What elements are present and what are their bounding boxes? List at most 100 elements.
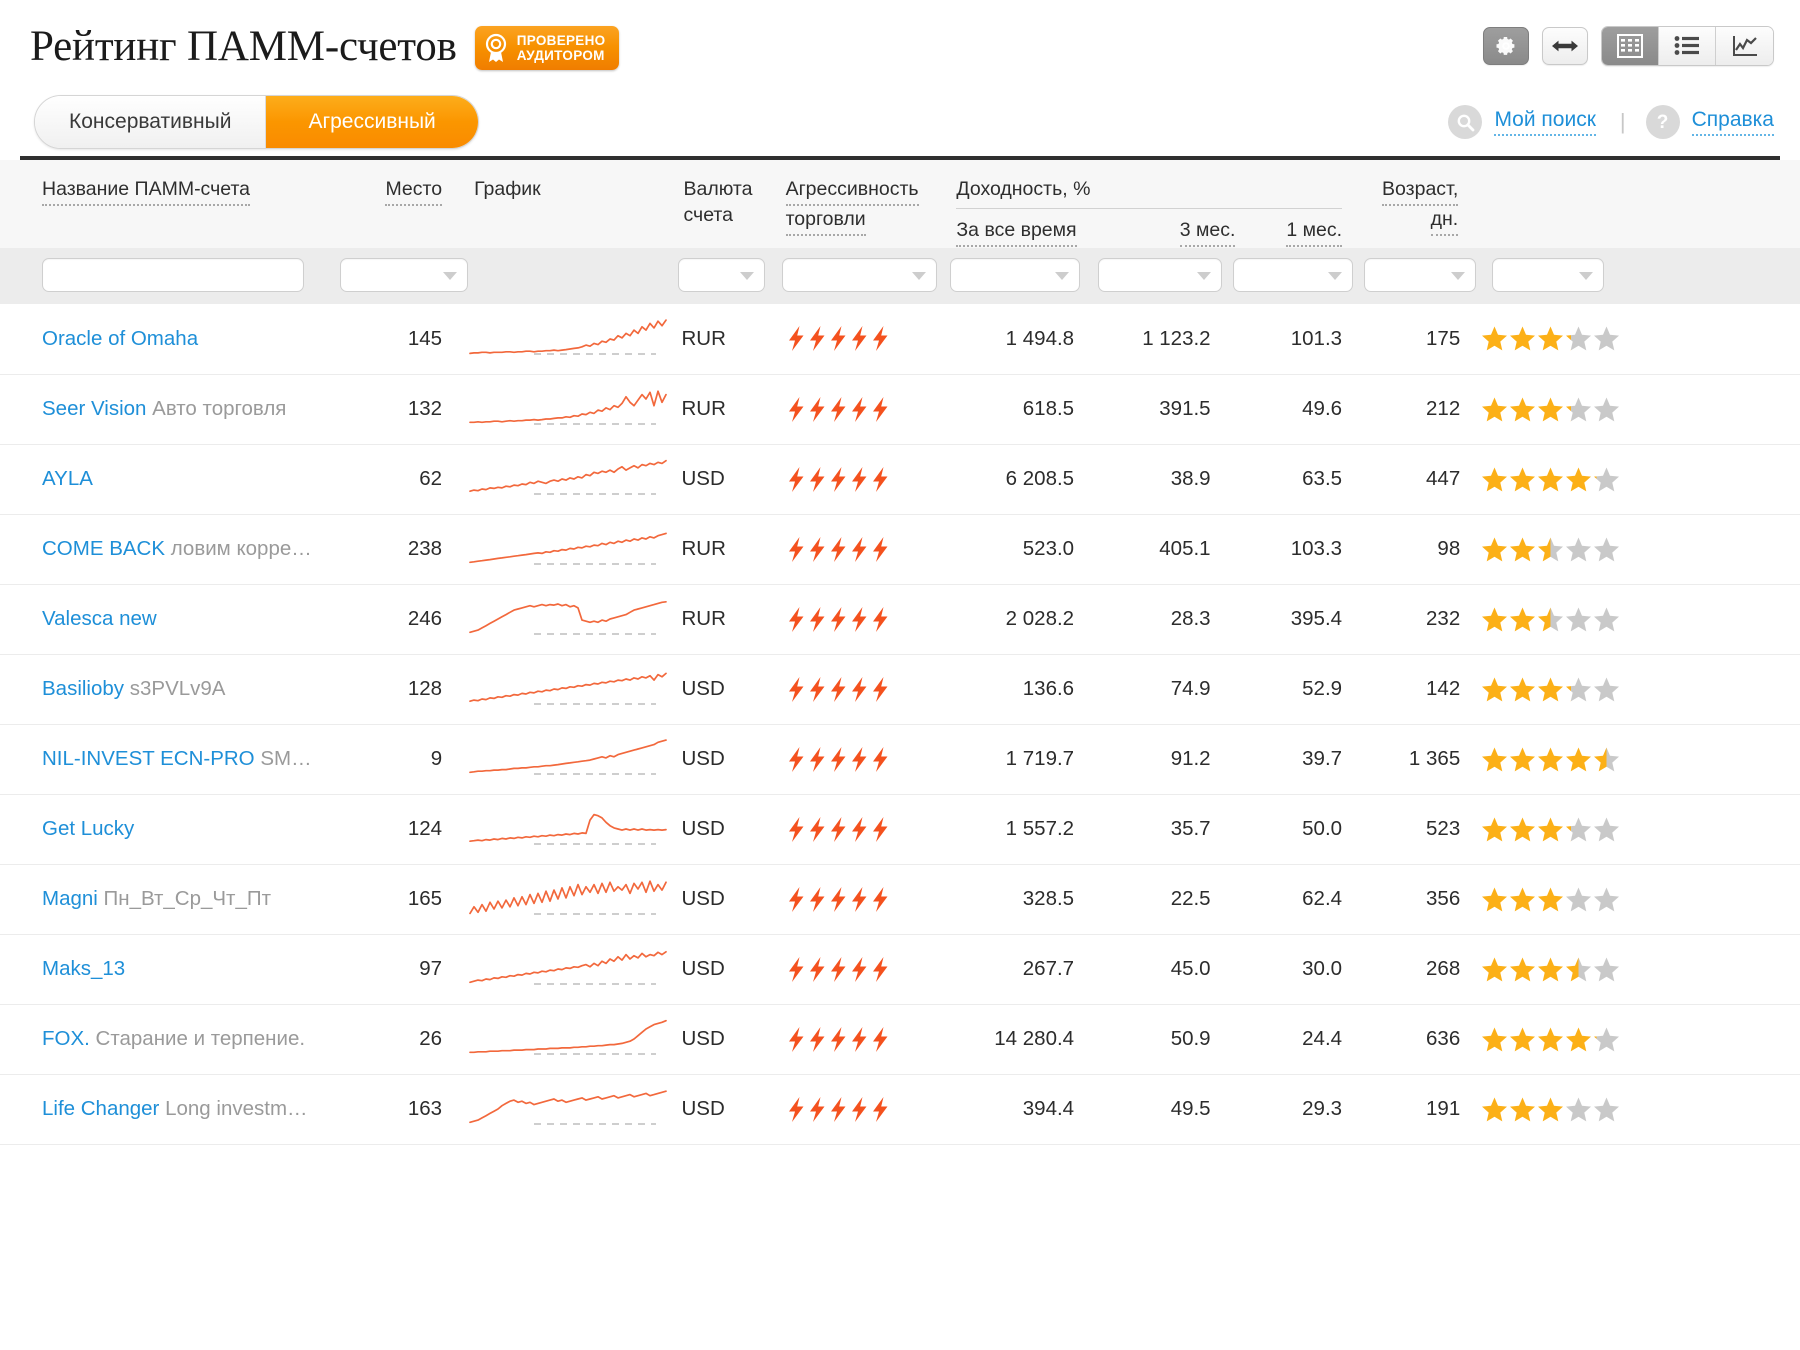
filter-rating-select[interactable]	[1492, 258, 1605, 292]
table-row[interactable]: Oracle of Omaha 145 RUR 1 494.8 1 123.2 101.3…	[0, 304, 1800, 375]
table-row[interactable]: Seer Vision Авто торговля 132 RUR 618.5 391.…	[0, 374, 1800, 445]
list-view-button[interactable]	[1659, 27, 1716, 65]
th-yield-all[interactable]: За все время	[956, 217, 1106, 247]
cell-chart[interactable]	[460, 864, 678, 935]
rating-stars-icon	[1467, 325, 1799, 352]
page-header: Рейтинг ПАММ-счетов ПРОВЕРЕНО АУДИТОРОМ	[0, 0, 1800, 78]
cell-chart[interactable]	[460, 654, 678, 725]
cell-place: 163	[333, 1074, 461, 1145]
cell-yield-3m: 405.1	[1092, 514, 1229, 585]
cell-yield-all: 394.4	[940, 1074, 1093, 1145]
table-row[interactable]: FOX. Старание и терпение. 26 USD 14 280.4 50…	[0, 1004, 1800, 1075]
account-name-link[interactable]: Life Changer Long investm…	[42, 1097, 333, 1121]
account-name-link[interactable]: FOX. Старание и терпение.	[42, 1027, 333, 1051]
sparkline-chart	[468, 1086, 676, 1132]
chart-view-button[interactable]	[1716, 27, 1773, 65]
cell-chart[interactable]	[460, 304, 678, 375]
tab-aggressive[interactable]: Агрессивный	[266, 96, 478, 148]
cell-chart[interactable]	[460, 374, 678, 445]
aggression-bolts-icon	[786, 956, 940, 983]
tab-conservative[interactable]: Консервативный	[35, 96, 267, 148]
cell-chart[interactable]	[460, 1004, 678, 1075]
th-age[interactable]: Возраст, дн.	[1360, 160, 1467, 248]
help-link[interactable]: Справка	[1691, 108, 1774, 136]
search-icon[interactable]	[1448, 105, 1483, 139]
filter-yield-all-select[interactable]	[950, 258, 1081, 292]
cell-chart[interactable]	[460, 934, 678, 1005]
cell-chart[interactable]	[460, 1074, 678, 1145]
resize-width-button[interactable]	[1542, 27, 1588, 65]
table-row[interactable]: Basilioby s3PVLv9A 128 USD 136.6 74.9 52.9 142	[0, 654, 1800, 725]
filter-cell-chart	[460, 248, 678, 304]
th-aggression[interactable]: Агрессивность торговли	[773, 160, 941, 248]
table-row[interactable]: Maks_13 97 USD 267.7 45.0 30.0 268	[0, 934, 1800, 1005]
filter-cell-yield-all	[940, 248, 1093, 304]
table-view-button[interactable]	[1602, 27, 1659, 65]
yield-1m-value: 29.3	[1302, 1097, 1343, 1120]
age-value: 191	[1426, 1097, 1461, 1120]
age-value: 232	[1426, 607, 1461, 630]
rating-stars-icon	[1467, 606, 1799, 633]
table-row[interactable]: Valesca new 246 RUR 2 028.2 28.3 395.4 232	[0, 584, 1800, 655]
age-value: 98	[1437, 537, 1461, 560]
cell-rating	[1466, 864, 1800, 935]
filter-name-input[interactable]	[42, 258, 304, 292]
cell-yield-1m: 39.7	[1228, 724, 1361, 795]
cell-place: 97	[333, 934, 461, 1005]
table-row[interactable]: Life Changer Long investm… 163 USD 394.4 49.…	[0, 1074, 1800, 1145]
cell-yield-3m: 28.3	[1092, 584, 1229, 655]
account-name-link[interactable]: Basilioby s3PVLv9A	[42, 677, 333, 701]
account-name-secondary: Старание и терпение.	[89, 1027, 306, 1050]
table-row[interactable]: Magni Пн_Вт_Ср_Чт_Пт 165 USD 328.5 22.5 62.4 3…	[0, 864, 1800, 935]
account-name-link[interactable]: Magni Пн_Вт_Ср_Чт_Пт	[42, 887, 333, 911]
account-name-link[interactable]: NIL-INVEST ECN-PRO SM…	[42, 747, 333, 771]
filter-yield-1m-select[interactable]	[1232, 258, 1353, 292]
table-row[interactable]: Get Lucky 124 USD 1 557.2 35.7 50.0 523	[0, 794, 1800, 865]
cell-chart[interactable]	[460, 724, 678, 795]
yield-all-value: 1 494.8	[1005, 326, 1075, 350]
cell-aggression	[773, 934, 941, 1005]
account-name-link[interactable]: Seer Vision Авто торговля	[42, 397, 333, 421]
table-row[interactable]: AYLA 62 USD 6 208.5 38.9 63.5 447	[0, 444, 1800, 515]
table-row[interactable]: NIL-INVEST ECN-PRO SM… 9 USD 1 719.7 91.2 39.…	[0, 724, 1800, 795]
filter-place-select[interactable]	[339, 258, 468, 292]
account-name-link[interactable]: Oracle of Omaha	[42, 327, 333, 351]
filter-age-select[interactable]	[1364, 258, 1477, 292]
header-toolbar	[1483, 26, 1774, 66]
cell-account-name: Get Lucky	[0, 794, 334, 865]
account-name-link[interactable]: COME BACK ловим корре…	[42, 537, 333, 561]
table-row[interactable]: COME BACK ловим корре… 238 RUR 523.0 405.1 10…	[0, 514, 1800, 585]
account-name-link[interactable]: Get Lucky	[42, 817, 333, 841]
filter-aggression-select[interactable]	[781, 258, 937, 292]
account-name-link[interactable]: AYLA	[42, 467, 333, 491]
filter-currency-select[interactable]	[677, 258, 765, 292]
th-place[interactable]: Место	[333, 160, 461, 248]
cell-chart[interactable]	[460, 514, 678, 585]
yield-3m-value: 74.9	[1170, 677, 1211, 700]
account-name-secondary: Long investm…	[159, 1097, 308, 1120]
cell-chart[interactable]	[460, 794, 678, 865]
question-mark-icon[interactable]: ?	[1645, 105, 1680, 139]
account-name-primary: Basilioby	[42, 677, 125, 700]
th-yield-1m[interactable]: 1 мес.	[1241, 217, 1343, 247]
cell-yield-3m: 49.5	[1092, 1074, 1229, 1145]
th-yield-3m[interactable]: 3 мес.	[1106, 217, 1241, 247]
th-currency[interactable]: Валюта счета	[677, 160, 774, 248]
cell-chart[interactable]	[460, 444, 678, 515]
account-name-primary: Seer Vision	[42, 397, 147, 420]
cell-chart[interactable]	[460, 584, 678, 655]
my-search-link[interactable]: Мой поиск	[1494, 108, 1596, 136]
filter-yield-3m-select[interactable]	[1098, 258, 1223, 292]
sparkline-chart	[468, 946, 676, 992]
cell-aggression	[773, 724, 941, 795]
th-name[interactable]: Название ПАММ-счета	[0, 160, 334, 248]
place-value: 132	[407, 397, 443, 420]
settings-gear-button[interactable]	[1483, 27, 1529, 65]
cell-yield-all: 523.0	[940, 514, 1093, 585]
cell-rating	[1466, 304, 1800, 375]
rating-stars-icon	[1467, 466, 1799, 493]
aggression-bolts-icon	[786, 536, 940, 563]
account-name-link[interactable]: Maks_13	[42, 957, 333, 981]
account-name-secondary: SM…	[254, 747, 312, 770]
account-name-link[interactable]: Valesca new	[42, 607, 333, 631]
